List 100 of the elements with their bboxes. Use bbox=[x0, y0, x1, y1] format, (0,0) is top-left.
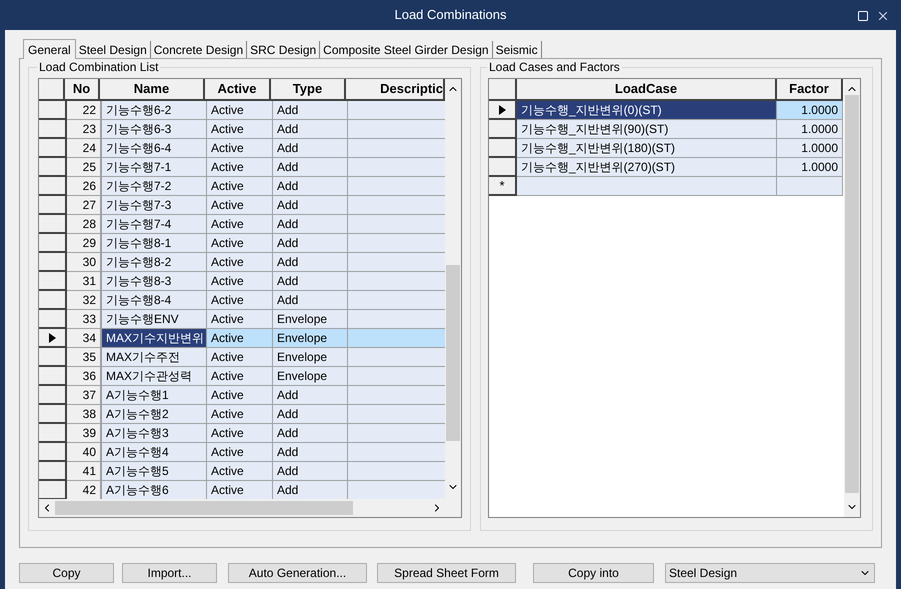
table-cell[interactable]: Active bbox=[207, 348, 273, 367]
table-cell[interactable] bbox=[517, 177, 777, 196]
column-header[interactable]: Descriptic bbox=[346, 79, 445, 101]
table-cell[interactable]: Add bbox=[273, 272, 348, 291]
table-cell[interactable] bbox=[348, 101, 445, 120]
row-header[interactable] bbox=[39, 196, 67, 215]
table-cell[interactable]: MAX기수주전 bbox=[102, 348, 207, 367]
table-cell[interactable]: Active bbox=[207, 386, 273, 405]
table-cell[interactable]: 기능수행6-2 bbox=[102, 101, 207, 120]
action-button[interactable]: Import... bbox=[122, 563, 217, 583]
table-cell[interactable]: Active bbox=[207, 367, 273, 386]
table-cell[interactable]: Active bbox=[207, 462, 273, 481]
table-cell[interactable]: A기능수행3 bbox=[102, 424, 207, 443]
table-cell[interactable]: 1.0000 bbox=[777, 158, 843, 177]
table-cell[interactable]: Add bbox=[273, 291, 348, 310]
table-cell[interactable]: Add bbox=[273, 196, 348, 215]
row-header[interactable] bbox=[39, 310, 67, 329]
row-header[interactable] bbox=[39, 462, 67, 481]
row-header[interactable] bbox=[39, 139, 67, 158]
table-cell[interactable]: 기능수행7-2 bbox=[102, 177, 207, 196]
row-header[interactable] bbox=[39, 253, 67, 272]
corner-header[interactable] bbox=[489, 79, 517, 101]
table-cell[interactable]: 1.0000 bbox=[777, 120, 843, 139]
table-cell[interactable]: Add bbox=[273, 120, 348, 139]
table-cell[interactable] bbox=[348, 215, 445, 234]
table-cell[interactable]: Envelope bbox=[273, 329, 348, 348]
table-cell[interactable]: Active bbox=[207, 177, 273, 196]
table-cell[interactable]: 기능수행8-3 bbox=[102, 272, 207, 291]
column-header[interactable]: LoadCase bbox=[517, 79, 777, 101]
tab[interactable]: General bbox=[23, 39, 76, 59]
scroll-thumb[interactable] bbox=[446, 265, 460, 441]
table-cell[interactable]: 기능수행6-3 bbox=[102, 120, 207, 139]
table-cell[interactable]: Add bbox=[273, 405, 348, 424]
table-cell[interactable] bbox=[348, 367, 445, 386]
table-cell[interactable] bbox=[348, 329, 445, 348]
scroll-thumb[interactable] bbox=[55, 501, 353, 515]
table-cell[interactable]: Active bbox=[207, 443, 273, 462]
table-cell[interactable] bbox=[348, 120, 445, 139]
row-header[interactable] bbox=[39, 272, 67, 291]
table-cell[interactable]: Envelope bbox=[273, 310, 348, 329]
column-header[interactable]: Active bbox=[205, 79, 271, 101]
table-cell[interactable]: Add bbox=[273, 462, 348, 481]
table-cell[interactable]: 기능수행7-4 bbox=[102, 215, 207, 234]
table-cell[interactable]: Active bbox=[207, 120, 273, 139]
table-cell[interactable]: 기능수행_지반변위(0)(ST) bbox=[517, 101, 777, 120]
tab[interactable]: Seismic bbox=[492, 41, 542, 58]
table-cell[interactable]: Add bbox=[273, 158, 348, 177]
tab[interactable]: SRC Design bbox=[247, 41, 320, 58]
table-cell[interactable]: 기능수행_지반변위(90)(ST) bbox=[517, 120, 777, 139]
table-cell[interactable] bbox=[348, 291, 445, 310]
table-cell[interactable]: Active bbox=[207, 272, 273, 291]
table-cell[interactable] bbox=[348, 196, 445, 215]
action-button[interactable]: Auto Generation... bbox=[228, 563, 367, 583]
table-cell[interactable] bbox=[348, 177, 445, 196]
row-header[interactable] bbox=[39, 348, 67, 367]
table-cell[interactable]: A기능수행4 bbox=[102, 443, 207, 462]
row-header[interactable] bbox=[39, 120, 67, 139]
new-row-header[interactable]: * bbox=[489, 177, 517, 196]
action-button[interactable]: Copy into bbox=[533, 563, 654, 583]
table-cell[interactable]: Add bbox=[273, 101, 348, 120]
scroll-thumb[interactable] bbox=[845, 95, 859, 493]
table-cell[interactable]: Active bbox=[207, 481, 273, 499]
table-cell[interactable]: A기능수행2 bbox=[102, 405, 207, 424]
table-cell[interactable]: Add bbox=[273, 253, 348, 272]
table-cell[interactable]: Active bbox=[207, 196, 273, 215]
row-header[interactable] bbox=[39, 329, 67, 348]
table-cell[interactable] bbox=[348, 253, 445, 272]
table-cell[interactable] bbox=[348, 310, 445, 329]
table-cell[interactable]: Add bbox=[273, 215, 348, 234]
table-cell[interactable]: MAX기수지반변위 bbox=[102, 329, 207, 348]
table-cell[interactable]: Add bbox=[273, 424, 348, 443]
column-header[interactable]: Name bbox=[100, 79, 205, 101]
table-cell[interactable] bbox=[348, 481, 445, 499]
copy-target-dropdown[interactable]: Steel Design bbox=[665, 563, 875, 583]
table-cell[interactable]: Active bbox=[207, 329, 273, 348]
table-cell[interactable] bbox=[348, 386, 445, 405]
vertical-scrollbar[interactable] bbox=[844, 79, 860, 517]
row-header[interactable] bbox=[489, 139, 517, 158]
table-cell[interactable]: A기능수행6 bbox=[102, 481, 207, 499]
table-cell[interactable]: A기능수행1 bbox=[102, 386, 207, 405]
table-cell[interactable]: 1.0000 bbox=[777, 101, 843, 120]
row-header[interactable] bbox=[489, 158, 517, 177]
tab[interactable]: Composite Steel Girder Design bbox=[320, 41, 493, 58]
table-cell[interactable]: Active bbox=[207, 158, 273, 177]
column-header[interactable]: No bbox=[65, 79, 100, 101]
table-cell[interactable]: Active bbox=[207, 139, 273, 158]
table-cell[interactable]: MAX기수관성력 bbox=[102, 367, 207, 386]
table-cell[interactable]: Envelope bbox=[273, 367, 348, 386]
table-cell[interactable]: Envelope bbox=[273, 348, 348, 367]
row-header[interactable] bbox=[39, 234, 67, 253]
table-cell[interactable]: 기능수행_지반변위(270)(ST) bbox=[517, 158, 777, 177]
table-cell[interactable] bbox=[348, 348, 445, 367]
table-cell[interactable]: Active bbox=[207, 215, 273, 234]
column-header[interactable]: Type bbox=[271, 79, 346, 101]
table-cell[interactable]: 기능수행8-1 bbox=[102, 234, 207, 253]
table-cell[interactable]: 기능수행8-2 bbox=[102, 253, 207, 272]
table-cell[interactable]: Active bbox=[207, 405, 273, 424]
table-cell[interactable]: Active bbox=[207, 424, 273, 443]
table-cell[interactable] bbox=[348, 272, 445, 291]
table-cell[interactable] bbox=[348, 234, 445, 253]
